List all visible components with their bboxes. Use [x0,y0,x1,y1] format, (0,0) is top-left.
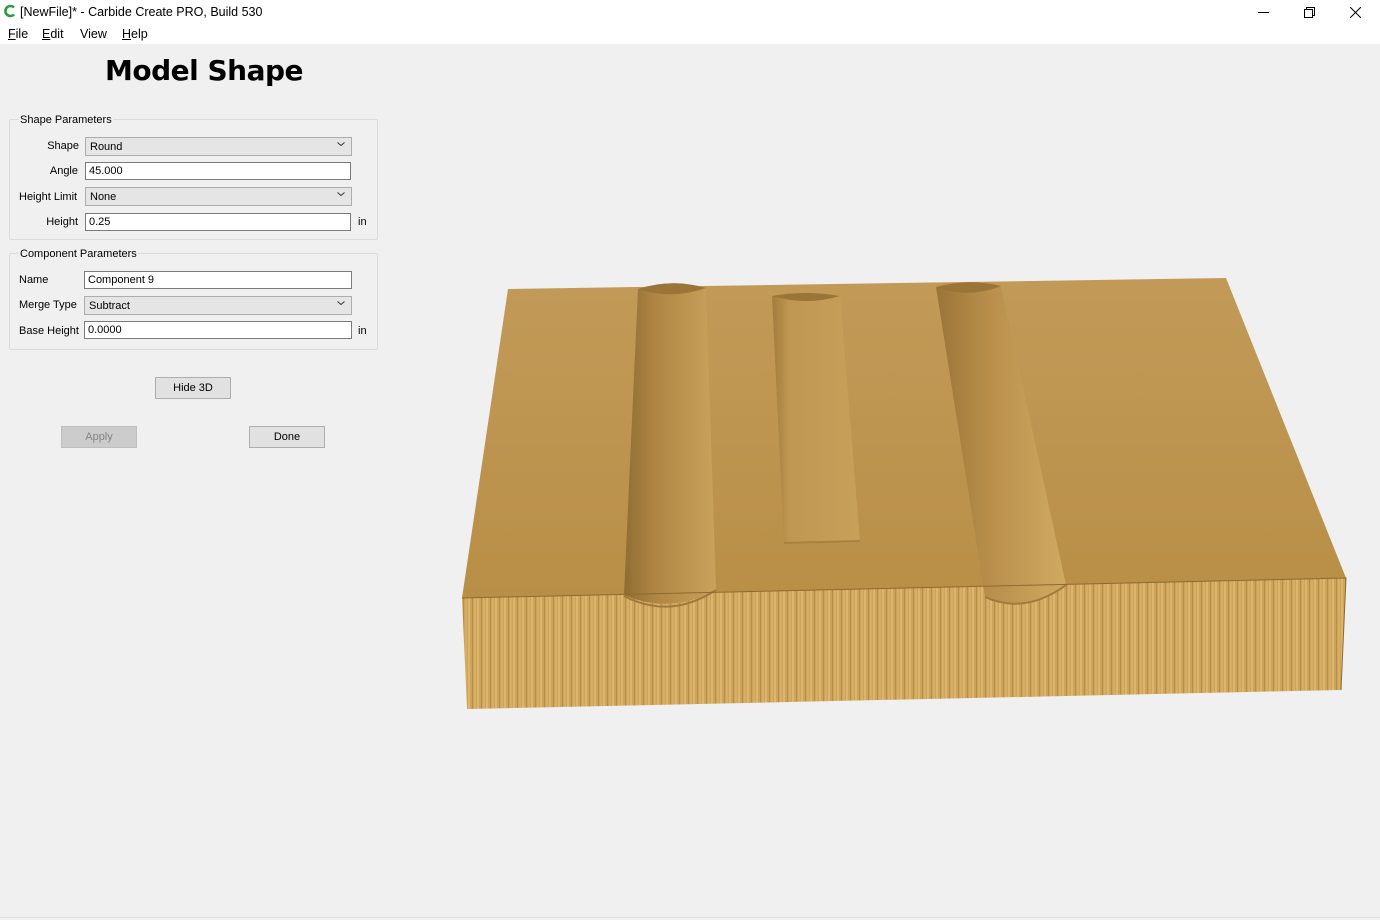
menu-view[interactable]: View [80,27,107,41]
restore-button[interactable] [1286,0,1332,24]
done-button[interactable]: Done [249,426,325,448]
merge-type-select-value: Subtract [89,300,130,312]
minimize-icon [1257,11,1269,13]
height-limit-select-value: None [90,191,117,203]
merge-type-select[interactable]: Subtract [84,296,352,315]
angle-label: Angle [49,165,78,177]
name-label: Name [19,274,49,286]
chevron-down-icon [337,192,345,197]
stock-front-face [462,578,1346,709]
title-bar: [NewFile]* - Carbide Create PRO, Build 5… [0,0,1380,24]
menu-help-mnemonic: H [122,27,132,41]
restore-icon [1303,6,1315,18]
window-title: [NewFile]* - Carbide Create PRO, Build 5… [20,5,263,19]
menu-edit[interactable]: Edit [42,27,64,41]
hide-3d-button[interactable]: Hide 3D [155,377,231,399]
height-limit-label: Height Limit [19,191,78,203]
merge-type-label: Merge Type [19,299,77,311]
menu-help[interactable]: Help [122,27,148,41]
menu-view-label: View [80,27,107,41]
component-parameters-title: Component Parameters [19,248,138,260]
menu-file[interactable]: File [8,27,28,41]
chevron-down-icon [337,142,345,147]
component-name-input[interactable] [84,271,352,289]
carbide-create-icon [4,4,15,18]
base-height-input[interactable] [84,321,352,339]
angle-input[interactable] [85,162,351,180]
shape-select[interactable]: Round [85,137,352,156]
close-icon [1349,6,1361,18]
apply-button[interactable]: Apply [61,426,137,448]
menu-file-mnemonic: F [8,27,16,41]
status-divider [0,917,1380,918]
menu-help-label: elp [131,27,148,41]
menu-file-label: ile [15,27,29,41]
shape-label: Shape [47,140,79,152]
base-height-label: Base Height [19,325,79,337]
height-unit: in [358,216,367,228]
base-height-unit: in [358,325,367,337]
3d-model-view[interactable] [440,260,1360,730]
minimize-button[interactable] [1240,0,1286,24]
menu-bar: File Edit View Help [0,24,1380,44]
menu-edit-label: dit [50,27,64,41]
height-input[interactable] [85,213,351,231]
height-label: Height [46,216,78,228]
chevron-down-icon [337,301,345,306]
shape-parameters-title: Shape Parameters [19,114,113,126]
shape-select-value: Round [90,141,123,153]
left-groove [624,283,716,604]
close-button[interactable] [1332,0,1378,24]
page-title: Model Shape [105,54,304,87]
height-limit-select[interactable]: None [85,187,352,206]
stock-top-face [462,278,1346,598]
